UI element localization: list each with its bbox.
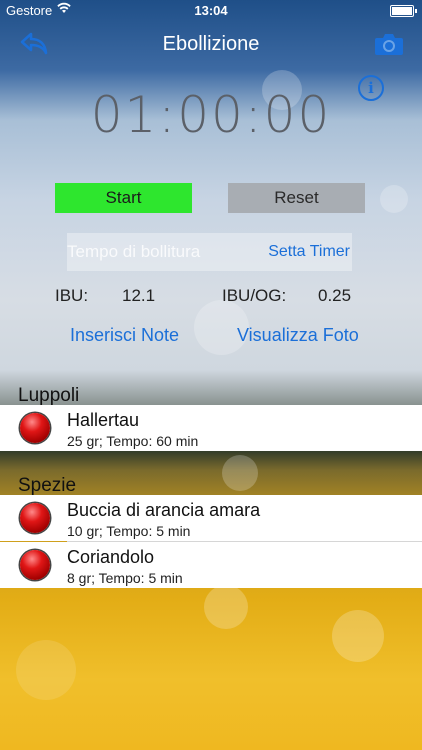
ingredient-detail: 10 gr; Tempo: 5 min <box>67 523 191 539</box>
ibu-value: 12.1 <box>122 286 156 305</box>
boil-time-field: Setta Timer <box>67 233 352 271</box>
clock-label: 13:04 <box>194 3 228 18</box>
set-timer-button[interactable]: Setta Timer <box>268 243 350 261</box>
bokeh-decoration <box>204 585 248 629</box>
ibu-og-label: IBU/OG: <box>222 286 287 305</box>
ibu-label: IBU: <box>55 286 89 305</box>
ingredient-name: Hallertau <box>67 410 140 430</box>
list-item[interactable]: Hallertau 25 gr; Tempo: 60 min <box>0 405 422 451</box>
ingredient-detail: 25 gr; Tempo: 60 min <box>67 433 199 449</box>
list-item[interactable]: Buccia di arancia amara 10 gr; Tempo: 5 … <box>0 495 422 541</box>
reset-button[interactable]: Reset <box>228 183 365 213</box>
view-photo-link[interactable]: Visualizza Foto <box>237 325 359 346</box>
section-title: Luppoli <box>18 385 80 406</box>
ingredient-name: Coriandolo <box>67 547 155 567</box>
status-dot-icon <box>20 413 50 443</box>
boil-time-input[interactable] <box>67 233 257 271</box>
bokeh-decoration <box>332 610 384 662</box>
list-item[interactable]: Coriandolo 8 gr; Tempo: 5 min <box>0 542 422 588</box>
insert-notes-link[interactable]: Inserisci Note <box>70 325 179 346</box>
section-title: Spezie <box>18 475 77 496</box>
ingredient-detail: 8 gr; Tempo: 5 min <box>67 570 183 586</box>
status-dot-icon <box>20 550 50 580</box>
camera-icon[interactable] <box>374 31 404 57</box>
ingredient-name: Buccia di arancia amara <box>67 500 261 520</box>
status-bar: Gestore 13:04 <box>0 0 422 22</box>
status-dot-icon <box>20 503 50 533</box>
battery-icon <box>390 5 417 17</box>
bokeh-decoration <box>380 185 408 213</box>
timer-display: 01:00:00 <box>90 86 332 144</box>
section-header-spices: Spezie <box>0 463 422 496</box>
page-title: Ebollizione <box>162 33 260 55</box>
navigation-bar: Ebollizione <box>0 22 422 66</box>
bokeh-decoration <box>16 640 76 700</box>
section-header-hops: Luppoli <box>0 373 422 406</box>
ibu-og-value: 0.25 <box>318 286 352 305</box>
start-button[interactable]: Start <box>55 183 192 213</box>
